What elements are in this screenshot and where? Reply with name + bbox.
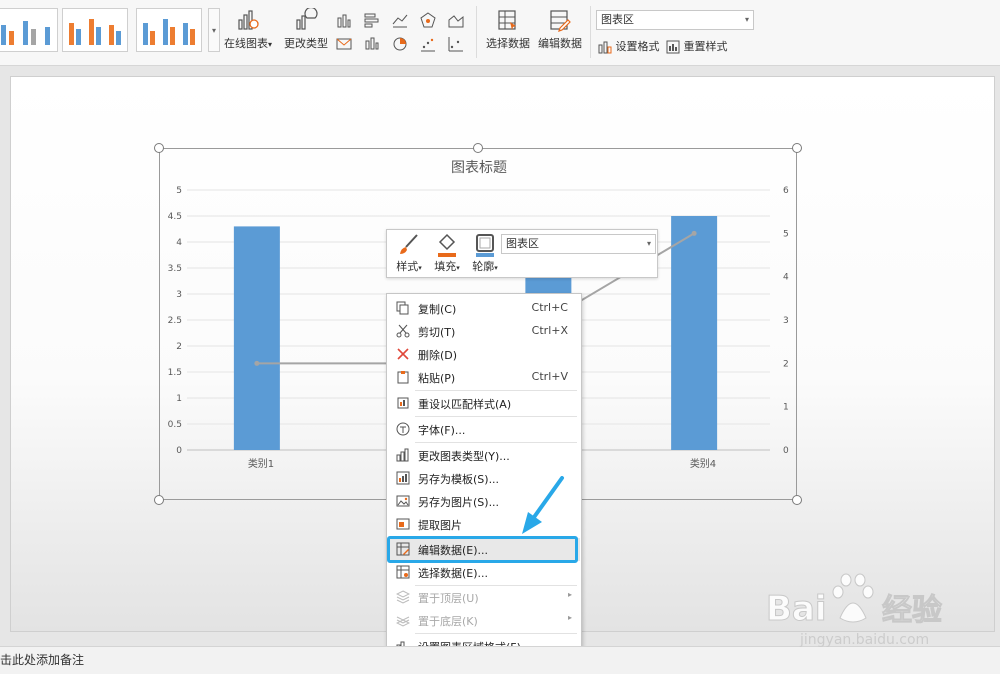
menu-item-label: 另存为图片(S)...	[418, 496, 500, 509]
menu-item-reset-style[interactable]: 重设以匹配样式(A)	[388, 392, 580, 415]
svg-text:Bai: Bai	[766, 589, 827, 629]
menu-item-label: 更改图表类型(Y)...	[418, 450, 510, 463]
send-to-back-icon	[396, 616, 410, 627]
right-axis-tick-label: 6	[783, 186, 789, 196]
menu-item-change-chart-type[interactable]: 更改图表类型(Y)...	[388, 444, 580, 467]
delete-x-icon	[397, 348, 409, 360]
menu-item-label: 置于顶层(U)	[418, 592, 479, 605]
svg-text:经验: 经验	[882, 593, 942, 628]
select-data-icon	[396, 565, 410, 579]
left-axis-tick-label: 0.5	[168, 420, 182, 430]
fill-label: 填充	[434, 260, 457, 273]
extract-picture-icon	[396, 518, 410, 530]
menu-item-send-to-back[interactable]: 置于底层(K) ▸	[388, 609, 580, 632]
right-axis-tick-label: 1	[783, 403, 789, 413]
menu-item-copy[interactable]: 复制(C) Ctrl+C	[388, 297, 580, 320]
category-label-last: 类别4	[690, 457, 716, 470]
watermark-url: jingyan.baidu.com	[799, 632, 929, 648]
left-axis-tick-label: 2	[176, 342, 182, 352]
menu-item-paste[interactable]: 粘贴(P) Ctrl+V	[388, 366, 580, 389]
brush-icon	[400, 234, 418, 254]
style-label: 样式	[396, 260, 419, 273]
submenu-arrow-icon: ▸	[567, 613, 572, 622]
menu-item-delete[interactable]: 删除(D)	[388, 343, 580, 366]
style-button[interactable]: 样式▾	[391, 232, 427, 274]
menu-item-font[interactable]: 字体(F)...	[388, 418, 580, 441]
right-axis-tick-label: 5	[783, 229, 789, 239]
left-axis-tick-label: 3	[176, 290, 182, 300]
menu-separator	[415, 390, 577, 391]
menu-separator	[415, 442, 577, 443]
outline-icon	[476, 234, 494, 257]
pointer-arrow-icon	[522, 476, 564, 534]
picture-icon	[396, 495, 410, 507]
mini-element-selector-value: 图表区	[506, 237, 539, 250]
bar-1	[233, 226, 280, 450]
menu-item-bring-to-front[interactable]: 置于顶层(U) ▸	[388, 586, 580, 609]
fill-button[interactable]: 填充▾	[429, 232, 465, 274]
category-label-first: 类别1	[248, 457, 274, 470]
template-icon	[396, 471, 410, 485]
outline-button[interactable]: 轮廓▾	[467, 232, 503, 274]
menu-item-label: 置于底层(K)	[418, 615, 478, 628]
reset-style-icon	[397, 397, 409, 409]
chart-type-icon	[396, 448, 409, 462]
highlight-box	[387, 536, 578, 563]
menu-item-label: 剪切(T)	[418, 326, 456, 339]
right-axis-tick-label: 4	[783, 273, 789, 283]
copy-icon	[396, 301, 409, 315]
notes-placeholder: 单击此处添加备注	[0, 653, 85, 667]
line-point-1	[254, 360, 260, 366]
menu-item-label: 复制(C)	[418, 303, 457, 316]
menu-item-select-data[interactable]: 选择数据(E)...	[388, 561, 580, 584]
mini-format-toolbar: 样式▾ 填充▾ 轮廓▾ 图表区 ▾	[386, 229, 658, 278]
left-axis-tick-label: 0	[176, 446, 182, 456]
left-axis-tick-label: 5	[176, 186, 182, 196]
left-axis-tick-label: 1	[176, 394, 182, 404]
menu-item-shortcut: Ctrl+X	[531, 324, 568, 337]
paint-bucket-icon	[438, 233, 456, 257]
chevron-down-icon: ▾	[646, 239, 651, 248]
right-axis-labels: 6 5 4 3 2 1 0	[783, 186, 789, 456]
right-axis-tick-label: 3	[783, 316, 789, 326]
bring-to-front-icon	[396, 590, 410, 604]
left-axis-labels: 5 4.5 4 3.5 3 2.5 2 1.5 1 0.5 0	[168, 186, 183, 456]
left-axis-tick-label: 2.5	[168, 316, 182, 326]
baidu-jingyan-watermark-logo: Bai 经验 jingyan.baidu.com	[766, 573, 943, 648]
menu-item-label: 粘贴(P)	[418, 372, 456, 385]
menu-item-label: 提取图片	[418, 519, 462, 532]
left-axis-tick-label: 1.5	[168, 368, 182, 378]
menu-item-label: 另存为模板(S)...	[418, 473, 500, 486]
left-axis-tick-label: 3.5	[168, 264, 182, 274]
submenu-arrow-icon: ▸	[567, 590, 572, 599]
menu-separator	[415, 416, 577, 417]
left-axis-tick-label: 4.5	[168, 212, 182, 222]
scissors-icon	[396, 324, 410, 338]
outline-label: 轮廓	[472, 260, 495, 273]
right-axis-tick-label: 2	[783, 359, 789, 369]
menu-item-cut[interactable]: 剪切(T) Ctrl+X	[388, 320, 580, 343]
menu-item-label: 字体(F)...	[418, 424, 466, 437]
menu-item-label: 删除(D)	[418, 349, 458, 362]
menu-item-label: 重设以匹配样式(A)	[418, 398, 512, 411]
chart-title[interactable]: 图表标题	[451, 160, 507, 176]
menu-separator	[415, 633, 577, 634]
paste-icon	[397, 371, 409, 384]
right-axis-tick-label: 0	[783, 446, 789, 456]
font-icon	[396, 422, 410, 436]
menu-item-shortcut: Ctrl+C	[531, 301, 568, 314]
menu-item-shortcut: Ctrl+V	[531, 370, 568, 383]
mini-element-selector[interactable]: 图表区 ▾	[501, 234, 656, 254]
bar-4	[671, 216, 718, 450]
menu-item-label: 选择数据(E)...	[418, 567, 489, 580]
line-point-4	[691, 230, 697, 236]
left-axis-tick-label: 4	[176, 238, 182, 248]
